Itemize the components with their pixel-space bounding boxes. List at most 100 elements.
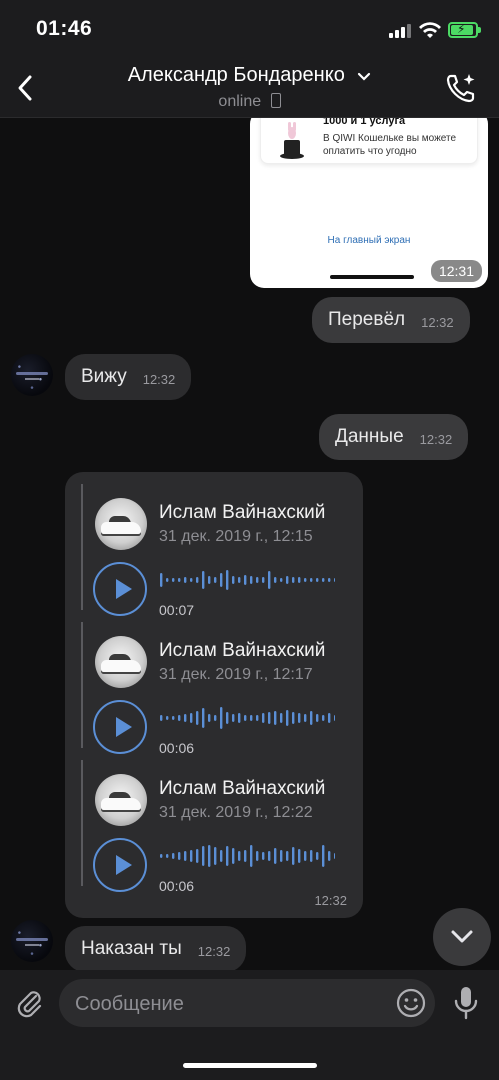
voice-message: Ислам Вайнахский 31 дек. 2019 г., 12:17 … (81, 622, 353, 756)
waveform-bar (250, 576, 253, 584)
waveform-bar (298, 713, 301, 723)
image-message[interactable]: 1000 и 1 услуга В QIWI Кошельке вы может… (250, 118, 488, 288)
message-input[interactable]: Сообщение (59, 979, 435, 1027)
mobile-icon (270, 93, 281, 108)
message-time: 12:32 (421, 315, 454, 330)
signal-icon (389, 24, 413, 38)
message-time: 12:31 (430, 260, 482, 282)
waveform-bar (196, 849, 199, 863)
wifi-icon (419, 22, 441, 38)
waveform-bar (160, 573, 163, 587)
waveform-bar (202, 571, 205, 589)
avatar[interactable] (11, 920, 53, 962)
waveform-bar (250, 845, 253, 867)
contact-name[interactable]: Александр Бондаренко (128, 64, 345, 86)
sender-avatar[interactable] (95, 774, 147, 826)
message-bubble-incoming[interactable]: Вижу 12:32 (65, 354, 192, 400)
waveform-bar (298, 577, 301, 583)
forwarded-messages[interactable]: Ислам Вайнахский 31 дек. 2019 г., 12:15 … (65, 472, 363, 918)
waveform-bar (316, 714, 319, 722)
waveform-bar (304, 851, 307, 861)
waveform-bar (196, 711, 199, 725)
emoji-icon[interactable] (395, 987, 427, 1019)
waveform-bar (196, 577, 199, 583)
message-bubble-outgoing[interactable]: Данные 12:32 (319, 414, 469, 460)
play-button[interactable] (93, 700, 147, 754)
waveform-bar (220, 707, 223, 729)
waveform-bar (322, 715, 325, 721)
sender-avatar[interactable] (95, 498, 147, 550)
waveform-bar (226, 570, 229, 590)
waveform[interactable] (159, 704, 335, 732)
waveform-bar (172, 853, 175, 859)
home-indicator (183, 1063, 317, 1068)
voice-message: Ислам Вайнахский 31 дек. 2019 г., 12:22 … (81, 760, 353, 894)
status-time: 01:46 (36, 17, 93, 40)
waveform-bar (166, 854, 169, 858)
play-button[interactable] (93, 838, 147, 892)
waveform-bar (322, 845, 325, 867)
waveform-bar (220, 573, 223, 587)
waveform-bar (202, 846, 205, 866)
waveform-bar (268, 571, 271, 589)
waveform-bar (292, 712, 295, 724)
message-bubble-outgoing[interactable]: Перевёл 12:32 (312, 297, 470, 343)
play-button[interactable] (93, 562, 147, 616)
waveform-bar (220, 850, 223, 862)
avatar[interactable] (11, 354, 53, 396)
waveform-bar (334, 578, 335, 582)
message-time: 12:32 (197, 944, 231, 959)
card-text: В QIWI Кошельке вы можете оплатить что у… (323, 133, 457, 157)
voice-duration: 00:07 (159, 602, 195, 618)
waveform-bar (244, 715, 247, 721)
waveform[interactable] (159, 842, 335, 870)
chevron-down-icon[interactable] (357, 72, 371, 82)
waveform-bar (328, 713, 331, 723)
message-time: 12:32 (314, 893, 347, 908)
waveform-bar (304, 714, 307, 722)
voice-message: Ислам Вайнахский 31 дек. 2019 г., 12:15 … (81, 484, 353, 618)
waveform-bar (298, 849, 301, 863)
waveform-bar (328, 578, 331, 582)
message-text: Наказан ты (81, 938, 182, 959)
sender-name[interactable]: Ислам Вайнахский (159, 778, 325, 800)
waveform-bar (304, 578, 307, 582)
sender-name[interactable]: Ислам Вайнахский (159, 640, 325, 662)
scroll-down-button[interactable] (433, 908, 491, 966)
waveform-bar (262, 577, 265, 583)
waveform-bar (232, 576, 235, 584)
chat-title-block[interactable]: Александр Бондаренко online (0, 64, 499, 111)
waveform-bar (244, 575, 247, 585)
waveform-bar (214, 577, 217, 583)
microphone-icon[interactable] (452, 984, 480, 1022)
sender-name[interactable]: Ислам Вайнахский (159, 502, 325, 524)
waveform-bar (202, 708, 205, 728)
chevron-down-icon (451, 930, 473, 943)
waveform-bar (190, 713, 193, 723)
voice-duration: 00:06 (159, 740, 195, 756)
waveform-bar (208, 714, 211, 722)
call-settings-icon[interactable] (443, 70, 479, 106)
waveform-bar (334, 715, 335, 721)
waveform-bar (232, 714, 235, 722)
waveform-bar (334, 853, 335, 859)
message-input-placeholder: Сообщение (75, 993, 184, 1015)
waveform-bar (280, 713, 283, 723)
paperclip-icon[interactable] (14, 986, 44, 1020)
waveform[interactable] (159, 566, 335, 594)
waveform-bar (316, 578, 319, 582)
waveform-bar (238, 713, 241, 723)
waveform-bar (208, 845, 211, 867)
message-time: 12:32 (142, 372, 176, 387)
chat-header: Александр Бондаренко online (0, 58, 499, 118)
message-list[interactable]: 1000 и 1 услуга В QIWI Кошельке вы может… (0, 118, 499, 970)
message-bubble-incoming[interactable]: Наказан ты 12:32 (65, 926, 247, 970)
battery-charging-icon: ⚡ (448, 22, 481, 38)
waveform-bar (226, 712, 229, 724)
home-indicator-bar (330, 275, 414, 279)
sender-avatar[interactable] (95, 636, 147, 688)
waveform-bar (268, 851, 271, 861)
card-title: 1000 и 1 услуга (323, 118, 406, 127)
waveform-bar (208, 576, 211, 584)
waveform-bar (238, 577, 241, 583)
